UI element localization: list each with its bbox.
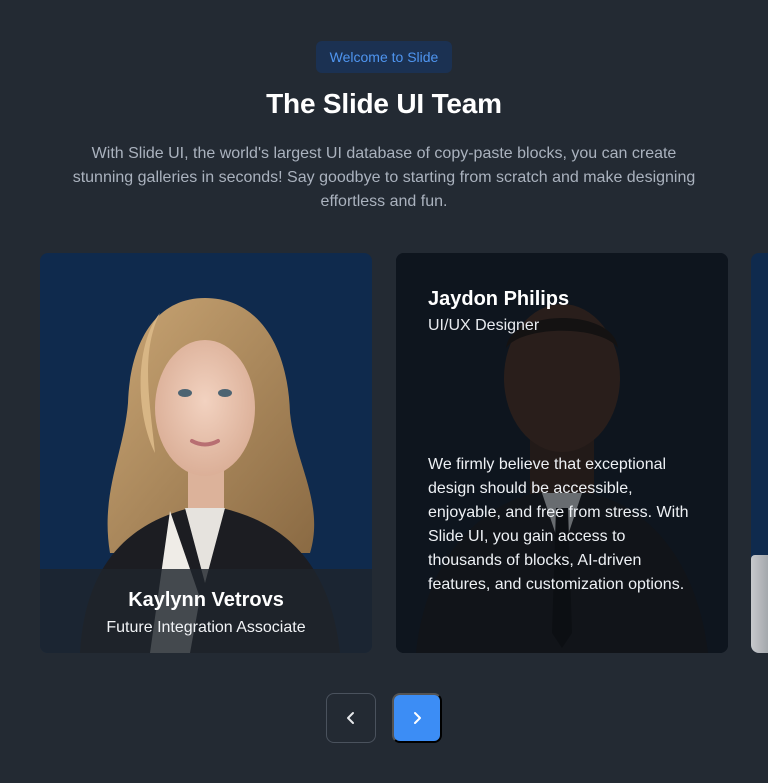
chevron-left-icon	[347, 712, 354, 724]
next-button[interactable]	[392, 693, 442, 743]
team-section: Welcome to Slide The Slide UI Team With …	[0, 0, 768, 783]
team-carousel: Kaylynn Vetrovs Future Integration Assoc…	[0, 253, 768, 653]
team-card-kaylynn[interactable]: Kaylynn Vetrovs Future Integration Assoc…	[40, 253, 372, 653]
member-role: UI/UX Designer	[428, 317, 540, 334]
section-description: With Slide UI, the world's largest UI da…	[72, 145, 696, 210]
member-name: Kaylynn Vetrovs	[128, 589, 284, 611]
member-name: Jaydon Philips	[428, 288, 570, 310]
section-title: The Slide UI Team	[266, 88, 502, 119]
previous-button[interactable]	[326, 693, 376, 743]
team-card-jaydon[interactable]: Jaydon Philips UI/UX Designer We firmly …	[396, 253, 728, 653]
member-quote: We firmly believe that exceptional desig…	[428, 456, 689, 593]
member-caption: Kaylynn Vetrovs Future Integration Assoc…	[40, 569, 372, 653]
member-photo	[751, 555, 768, 653]
member-role: Future Integration Associate	[106, 619, 306, 636]
chevron-right-icon	[414, 712, 421, 724]
welcome-badge: Welcome to Slide	[316, 41, 452, 73]
team-card-next[interactable]	[751, 253, 768, 653]
